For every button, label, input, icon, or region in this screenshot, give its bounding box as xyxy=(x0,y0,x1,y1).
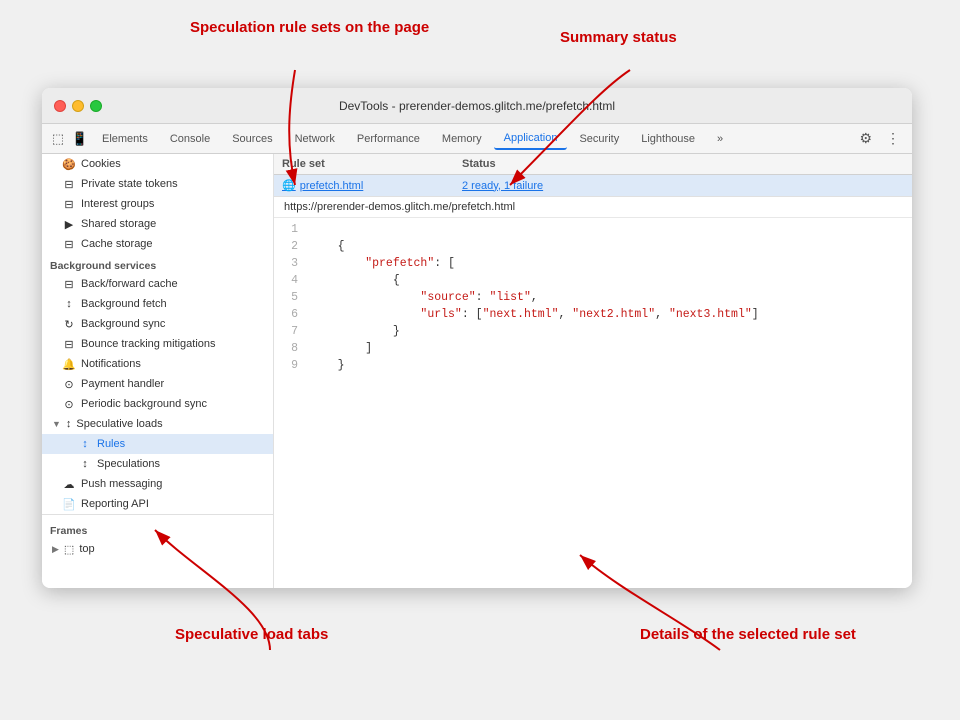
frame-icon: ⬚ xyxy=(64,543,74,556)
sidebar-item-periodic-background-sync[interactable]: ⊙ Periodic background sync xyxy=(42,394,273,414)
back-forward-cache-icon: ⊟ xyxy=(62,278,76,291)
expand-arrow-icon: ▼ xyxy=(52,419,61,429)
speculative-loads-icon: ↕ xyxy=(66,418,72,430)
col-ruleset-header: Rule set xyxy=(282,158,462,170)
code-line-8: 8 ] xyxy=(274,341,912,358)
close-button[interactable] xyxy=(54,100,66,112)
interest-groups-icon: ⊟ xyxy=(62,198,76,211)
tab-sources[interactable]: Sources xyxy=(222,129,282,149)
window-title: DevTools - prerender-demos.glitch.me/pre… xyxy=(339,99,615,113)
speculations-icon: ↕ xyxy=(78,458,92,470)
code-area: 1 2 { 3 "prefetch": [ 4 { xyxy=(274,218,912,588)
tab-application[interactable]: Application xyxy=(494,128,568,150)
periodic-sync-icon: ⊙ xyxy=(62,398,76,411)
tab-more[interactable]: » xyxy=(707,129,733,149)
devtools-toolbar: ⬚ 📱 Elements Console Sources Network Per… xyxy=(42,124,912,154)
status-link[interactable]: 2 ready, 1 failure xyxy=(462,180,904,192)
devtools-body: 🍪 Cookies ⊟ Private state tokens ⊟ Inter… xyxy=(42,154,912,588)
notifications-icon: 🔔 xyxy=(62,358,76,371)
browser-window: DevTools - prerender-demos.glitch.me/pre… xyxy=(42,88,912,588)
code-line-4: 4 { xyxy=(274,273,912,290)
tab-network[interactable]: Network xyxy=(285,129,345,149)
sidebar: 🍪 Cookies ⊟ Private state tokens ⊟ Inter… xyxy=(42,154,274,588)
code-line-2: 2 { xyxy=(274,239,912,256)
code-line-1: 1 xyxy=(274,222,912,239)
tab-memory[interactable]: Memory xyxy=(432,129,492,149)
payment-handler-icon: ⊙ xyxy=(62,378,76,391)
background-fetch-icon: ↕ xyxy=(62,298,76,310)
sidebar-item-reporting-api[interactable]: 📄 Reporting API xyxy=(42,494,273,514)
code-line-5: 5 "source": "list", xyxy=(274,290,912,307)
top-expand-arrow-icon: ▶ xyxy=(52,544,59,555)
background-services-header: Background services xyxy=(42,254,273,274)
code-line-6: 6 "urls": ["next.html", "next2.html", "n… xyxy=(274,307,912,324)
bounce-tracking-icon: ⊟ xyxy=(62,338,76,351)
main-content: Rule set Status 🌐 prefetch.html 2 ready,… xyxy=(274,154,912,588)
tab-performance[interactable]: Performance xyxy=(347,129,430,149)
settings-icon[interactable]: ⚙ xyxy=(853,126,878,151)
sidebar-item-push-messaging[interactable]: ☁ Push messaging xyxy=(42,474,273,494)
annotation-speculation-rule-sets: Speculation rule sets on the page xyxy=(190,18,429,38)
rule-sets-panel: Rule set Status 🌐 prefetch.html 2 ready,… xyxy=(274,154,912,197)
frames-section: Frames ▶ ⬚ top xyxy=(42,514,273,563)
sidebar-item-payment-handler[interactable]: ⊙ Payment handler xyxy=(42,374,273,394)
line-num-7: 7 xyxy=(274,325,310,340)
annotation-speculative-load-tabs: Speculative load tabs xyxy=(175,625,328,645)
tab-console[interactable]: Console xyxy=(160,129,220,149)
line-num-8: 8 xyxy=(274,342,310,357)
line-num-9: 9 xyxy=(274,359,310,374)
tab-elements[interactable]: Elements xyxy=(92,129,158,149)
sidebar-item-cookies[interactable]: 🍪 Cookies xyxy=(42,154,273,174)
line-num-2: 2 xyxy=(274,240,310,255)
sidebar-item-cache-storage[interactable]: ⊟ Cache storage xyxy=(42,234,273,254)
code-line-3: 3 "prefetch": [ xyxy=(274,256,912,273)
rule-set-link[interactable]: 🌐 prefetch.html xyxy=(282,179,462,192)
tab-security[interactable]: Security xyxy=(569,129,629,149)
col-status-header: Status xyxy=(462,158,904,170)
push-messaging-icon: ☁ xyxy=(62,478,76,491)
rules-icon: ↕ xyxy=(78,438,92,450)
reporting-api-icon: 📄 xyxy=(62,498,76,511)
annotation-summary-status: Summary status xyxy=(560,28,677,48)
code-line-9: 9 } xyxy=(274,358,912,375)
frames-header: Frames xyxy=(42,519,273,539)
maximize-button[interactable] xyxy=(90,100,102,112)
sidebar-item-background-fetch[interactable]: ↕ Background fetch xyxy=(42,294,273,314)
sidebar-item-top[interactable]: ▶ ⬚ top xyxy=(42,539,273,559)
line-num-3: 3 xyxy=(274,257,310,272)
sidebar-item-notifications[interactable]: 🔔 Notifications xyxy=(42,354,273,374)
title-bar: DevTools - prerender-demos.glitch.me/pre… xyxy=(42,88,912,124)
sidebar-item-shared-storage[interactable]: ▶ Shared storage xyxy=(42,214,273,234)
background-sync-icon: ↻ xyxy=(62,318,76,331)
sidebar-item-back-forward-cache[interactable]: ⊟ Back/forward cache xyxy=(42,274,273,294)
device-icon[interactable]: 📱 xyxy=(70,129,90,149)
table-row[interactable]: 🌐 prefetch.html 2 ready, 1 failure xyxy=(274,175,912,196)
sidebar-item-speculative-loads[interactable]: ▼ ↕ Speculative loads xyxy=(42,414,273,434)
bottom-panel: https://prerender-demos.glitch.me/prefet… xyxy=(274,197,912,588)
sidebar-item-private-state-tokens[interactable]: ⊟ Private state tokens xyxy=(42,174,273,194)
private-tokens-icon: ⊟ xyxy=(62,178,76,191)
tab-lighthouse[interactable]: Lighthouse xyxy=(631,129,705,149)
sidebar-item-bounce-tracking[interactable]: ⊟ Bounce tracking mitigations xyxy=(42,334,273,354)
globe-icon: 🌐 xyxy=(282,179,296,192)
line-num-5: 5 xyxy=(274,291,310,306)
traffic-lights xyxy=(54,100,102,112)
sidebar-item-background-sync[interactable]: ↻ Background sync xyxy=(42,314,273,334)
line-num-4: 4 xyxy=(274,274,310,289)
sidebar-item-interest-groups[interactable]: ⊟ Interest groups xyxy=(42,194,273,214)
line-num-1: 1 xyxy=(274,223,310,238)
cookies-icon: 🍪 xyxy=(62,158,76,171)
table-header: Rule set Status xyxy=(274,154,912,175)
minimize-button[interactable] xyxy=(72,100,84,112)
sidebar-item-speculations[interactable]: ↕ Speculations xyxy=(42,454,273,474)
cache-storage-icon: ⊟ xyxy=(62,238,76,251)
more-options-icon[interactable]: ⋮ xyxy=(880,126,906,151)
code-line-7: 7 } xyxy=(274,324,912,341)
inspect-icon[interactable]: ⬚ xyxy=(48,129,68,149)
shared-storage-icon: ▶ xyxy=(62,218,76,231)
url-bar: https://prerender-demos.glitch.me/prefet… xyxy=(274,197,912,218)
annotation-details-rule-set: Details of the selected rule set xyxy=(640,625,856,645)
line-num-6: 6 xyxy=(274,308,310,323)
sidebar-item-rules[interactable]: ↕ Rules xyxy=(42,434,273,454)
